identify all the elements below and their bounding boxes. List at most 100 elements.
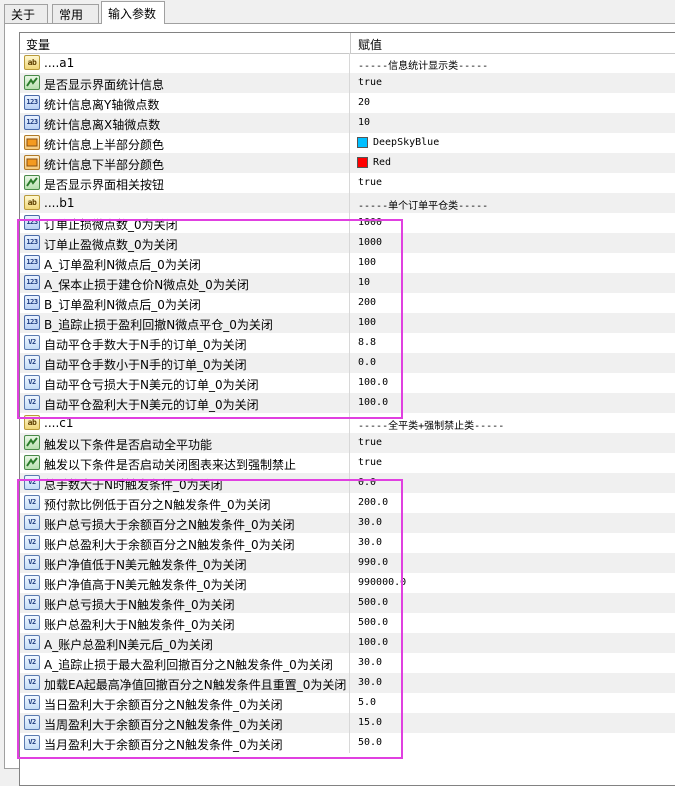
value-cell[interactable]: 10 bbox=[358, 117, 370, 128]
value-cell[interactable]: 100.0 bbox=[358, 637, 388, 648]
variable-cell: 是否显示界面相关按钮 bbox=[20, 173, 350, 193]
value-cell[interactable]: 100 bbox=[358, 257, 376, 268]
parameter-row[interactable]: V2 账户净值高于N美元触发条件_0为关闭 990000.0 bbox=[20, 573, 675, 593]
parameter-row[interactable]: V2 当日盈利大于余额百分之N触发条件_0为关闭 5.0 bbox=[20, 693, 675, 713]
value-cell[interactable]: 15.0 bbox=[358, 717, 382, 728]
value-cell[interactable]: 0.0 bbox=[358, 357, 376, 368]
parameter-row[interactable]: V2 自动平仓亏损大于N美元的订单_0为关闭 100.0 bbox=[20, 373, 675, 393]
value-cell[interactable]: true bbox=[358, 177, 382, 188]
parameter-row[interactable]: 123 统计信息离Y轴微点数 20 bbox=[20, 93, 675, 113]
variable-name: 加载EA起最高净值回撤百分之N触发条件且重置_0为关闭 bbox=[44, 678, 347, 692]
value-cell[interactable]: 8.8 bbox=[358, 337, 376, 348]
variable-name: 自动平仓亏损大于N美元的订单_0为关闭 bbox=[44, 378, 259, 392]
parameter-row[interactable]: V2 A_追踪止损于最大盈利回撤百分之N触发条件_0为关闭 30.0 bbox=[20, 653, 675, 673]
double-icon: V2 bbox=[24, 335, 40, 350]
variable-cell: V2 当日盈利大于余额百分之N触发条件_0为关闭 bbox=[20, 693, 350, 713]
parameter-row[interactable]: 123 订单止损微点数_0为关闭 1000 bbox=[20, 213, 675, 233]
value-cell[interactable]: 100.0 bbox=[358, 377, 388, 388]
parameter-row[interactable]: ab ....a1 -----信息统计显示类----- bbox=[20, 53, 675, 73]
column-header-variable[interactable]: 变量 bbox=[26, 36, 50, 53]
variable-cell: V2 账户总亏损大于余额百分之N触发条件_0为关闭 bbox=[20, 513, 350, 533]
value-cell[interactable]: 30.0 bbox=[358, 657, 382, 668]
variable-name: A_订单盈利N微点后_0为关闭 bbox=[44, 258, 201, 272]
value-cell[interactable]: 100.0 bbox=[358, 397, 388, 408]
parameter-row[interactable]: V2 账户净值低于N美元触发条件_0为关闭 990.0 bbox=[20, 553, 675, 573]
color-swatch[interactable] bbox=[357, 157, 368, 168]
value-cell[interactable]: 30.0 bbox=[358, 677, 382, 688]
tab-input-parameters[interactable]: 输入参数 bbox=[101, 1, 165, 24]
parameter-row[interactable]: V2 当周盈利大于余额百分之N触发条件_0为关闭 15.0 bbox=[20, 713, 675, 733]
value-cell[interactable]: 500.0 bbox=[358, 617, 388, 628]
tab-about[interactable]: 关于 bbox=[4, 4, 48, 23]
variable-name: 是否显示界面统计信息 bbox=[44, 78, 165, 92]
int-icon: 123 bbox=[24, 275, 40, 290]
parameter-row[interactable]: V2 账户总盈利大于余额百分之N触发条件_0为关闭 30.0 bbox=[20, 533, 675, 553]
value-cell[interactable]: 0.0 bbox=[358, 477, 376, 488]
value-cell[interactable]: true bbox=[358, 457, 382, 468]
parameter-row[interactable]: ab ....c1 -----全平类+强制禁止类----- bbox=[20, 413, 675, 433]
value-cell[interactable]: 200.0 bbox=[358, 497, 388, 508]
value-cell[interactable]: Red bbox=[373, 157, 391, 168]
parameter-row[interactable]: V2 自动平仓手数大于N手的订单_0为关闭 8.8 bbox=[20, 333, 675, 353]
value-cell[interactable]: 500.0 bbox=[358, 597, 388, 608]
parameters-grid: 变量 赋值 ab ....a1 -----信息统计显示类----- 是否显示界面统计信… bbox=[19, 32, 675, 786]
color-swatch[interactable] bbox=[357, 137, 368, 148]
value-cell[interactable]: 200 bbox=[358, 297, 376, 308]
column-header-value[interactable]: 赋值 bbox=[358, 36, 382, 53]
parameter-row[interactable]: V2 账户总亏损大于余额百分之N触发条件_0为关闭 30.0 bbox=[20, 513, 675, 533]
parameter-row[interactable]: 统计信息上半部分颜色 DeepSkyBlue bbox=[20, 133, 675, 153]
parameter-row[interactable]: V2 总手数大于N时触发条件_0为关闭 0.0 bbox=[20, 473, 675, 493]
parameter-row[interactable]: 是否显示界面统计信息 true bbox=[20, 73, 675, 93]
parameter-row[interactable]: V2 当月盈利大于余额百分之N触发条件_0为关闭 50.0 bbox=[20, 733, 675, 753]
variable-cell: V2 加载EA起最高净值回撤百分之N触发条件且重置_0为关闭 bbox=[20, 673, 350, 693]
parameter-row[interactable]: V2 自动平仓手数小于N手的订单_0为关闭 0.0 bbox=[20, 353, 675, 373]
parameter-row[interactable]: 123 订单止盈微点数_0为关闭 1000 bbox=[20, 233, 675, 253]
double-icon: V2 bbox=[24, 515, 40, 530]
value-cell[interactable]: true bbox=[358, 77, 382, 88]
value-cell[interactable]: 30.0 bbox=[358, 517, 382, 528]
column-divider[interactable] bbox=[350, 33, 351, 53]
parameter-row[interactable]: V2 自动平仓盈利大于N美元的订单_0为关闭 100.0 bbox=[20, 393, 675, 413]
parameter-row[interactable]: 是否显示界面相关按钮 true bbox=[20, 173, 675, 193]
value-cell[interactable]: -----全平类+强制禁止类----- bbox=[358, 417, 504, 432]
value-cell[interactable]: DeepSkyBlue bbox=[373, 137, 439, 148]
variable-cell: V2 预付款比例低于百分之N触发条件_0为关闭 bbox=[20, 493, 350, 513]
variable-name: 自动平仓手数大于N手的订单_0为关闭 bbox=[44, 338, 247, 352]
value-cell[interactable]: -----单个订单平仓类----- bbox=[358, 197, 488, 212]
value-cell[interactable]: 5.0 bbox=[358, 697, 376, 708]
tab-common[interactable]: 常用 bbox=[52, 4, 99, 23]
value-cell[interactable]: 30.0 bbox=[358, 537, 382, 548]
parameter-row[interactable]: V2 账户总亏损大于N触发条件_0为关闭 500.0 bbox=[20, 593, 675, 613]
value-cell[interactable]: 20 bbox=[358, 97, 370, 108]
color-icon bbox=[24, 135, 40, 150]
parameter-row[interactable]: 123 B_追踪止损于盈利回撤N微点平仓_0为关闭 100 bbox=[20, 313, 675, 333]
parameter-row[interactable]: 123 B_订单盈利N微点后_0为关闭 200 bbox=[20, 293, 675, 313]
bool-icon bbox=[24, 455, 40, 470]
double-icon: V2 bbox=[24, 635, 40, 650]
value-cell[interactable]: 1000 bbox=[358, 217, 382, 228]
value-cell[interactable]: 1000 bbox=[358, 237, 382, 248]
parameter-row[interactable]: 123 A_订单盈利N微点后_0为关闭 100 bbox=[20, 253, 675, 273]
parameter-row[interactable]: 触发以下条件是否启动关闭图表来达到强制禁止 true bbox=[20, 453, 675, 473]
int-icon: 123 bbox=[24, 315, 40, 330]
value-cell[interactable]: true bbox=[358, 437, 382, 448]
value-cell[interactable]: 990000.0 bbox=[358, 577, 406, 588]
bool-icon bbox=[24, 435, 40, 450]
value-cell[interactable]: -----信息统计显示类----- bbox=[358, 57, 488, 72]
parameter-row[interactable]: V2 预付款比例低于百分之N触发条件_0为关闭 200.0 bbox=[20, 493, 675, 513]
parameter-row[interactable]: 123 A_保本止损于建仓价N微点处_0为关闭 10 bbox=[20, 273, 675, 293]
double-icon: V2 bbox=[24, 475, 40, 490]
value-cell[interactable]: 10 bbox=[358, 277, 370, 288]
value-cell[interactable]: 100 bbox=[358, 317, 376, 328]
value-cell[interactable]: 990.0 bbox=[358, 557, 388, 568]
variable-name: 触发以下条件是否启动全平功能 bbox=[44, 438, 213, 452]
value-cell[interactable]: 50.0 bbox=[358, 737, 382, 748]
parameter-row[interactable]: 统计信息下半部分颜色 Red bbox=[20, 153, 675, 173]
parameter-row[interactable]: V2 A_账户总盈利N美元后_0为关闭 100.0 bbox=[20, 633, 675, 653]
variable-name: 账户总盈利大于余额百分之N触发条件_0为关闭 bbox=[44, 538, 295, 552]
parameter-row[interactable]: V2 账户总盈利大于N触发条件_0为关闭 500.0 bbox=[20, 613, 675, 633]
parameter-row[interactable]: V2 加载EA起最高净值回撤百分之N触发条件且重置_0为关闭 30.0 bbox=[20, 673, 675, 693]
parameter-row[interactable]: 触发以下条件是否启动全平功能 true bbox=[20, 433, 675, 453]
parameter-row[interactable]: ab ....b1 -----单个订单平仓类----- bbox=[20, 193, 675, 213]
parameter-row[interactable]: 123 统计信息离X轴微点数 10 bbox=[20, 113, 675, 133]
